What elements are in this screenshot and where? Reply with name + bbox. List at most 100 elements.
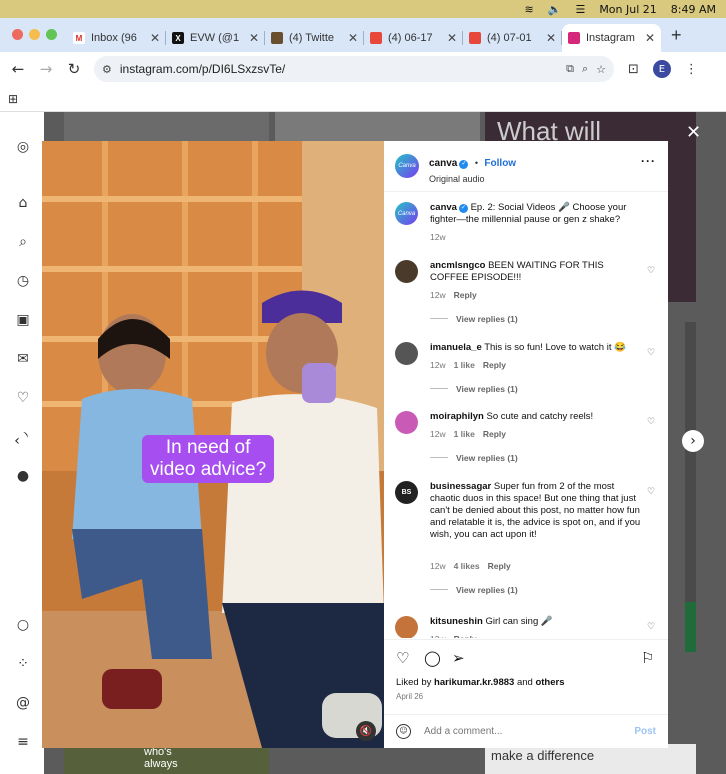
follow-button[interactable]: Follow (484, 158, 516, 169)
apps-grid-icon[interactable]: ⊞ (8, 92, 18, 106)
emoji-icon[interactable]: ☺ (396, 724, 411, 739)
close-modal-icon[interactable]: ✕ (686, 122, 701, 143)
comment-likes[interactable]: 1 like (454, 429, 475, 439)
tab-search-icon[interactable]: ⊡ (628, 62, 639, 77)
save-icon[interactable]: ⚐ (641, 649, 654, 667)
new-tab-button[interactable]: + (661, 25, 692, 52)
comment-icon[interactable]: ◯ (424, 649, 441, 667)
comment-username[interactable]: moiraphilyn (430, 411, 484, 422)
comment-like-icon[interactable]: ♡ (647, 417, 657, 427)
search-icon[interactable]: ⌕ (14, 233, 32, 251)
meta-ai-icon[interactable]: ○ (14, 616, 32, 634)
volume-icon[interactable]: 🔈 (548, 3, 562, 16)
more-menu-icon[interactable]: ≡ (14, 733, 32, 751)
caption-avatar[interactable]: Canva (395, 202, 418, 225)
comment-likes[interactable]: 4 likes (454, 561, 480, 571)
tab-close-icon[interactable]: ✕ (447, 31, 457, 45)
comment-like-icon[interactable]: ♡ (647, 266, 657, 276)
reload-button[interactable]: ↻ (60, 60, 88, 78)
comment-avatar[interactable] (395, 616, 418, 638)
comment-avatar[interactable] (395, 342, 418, 365)
control-center-icon[interactable]: ☰ (575, 3, 585, 16)
likes-others[interactable]: others (535, 677, 564, 688)
browser-tab[interactable]: (4) 07-01 ✕ (463, 24, 562, 52)
bookmark-star-icon[interactable]: ☆ (596, 63, 606, 76)
reply-button[interactable]: Reply (454, 634, 477, 638)
instagram-logo-icon[interactable]: ◎ (14, 138, 32, 156)
mute-icon[interactable]: 🔇 (356, 721, 376, 741)
comment-avatar[interactable] (395, 260, 418, 283)
comment-like-icon[interactable]: ♡ (647, 348, 657, 358)
browser-tab[interactable]: Instagram ✕ (562, 24, 661, 52)
explore-icon[interactable]: ◷ (14, 272, 32, 290)
tab-close-icon[interactable]: ✕ (348, 31, 358, 45)
next-post-button[interactable]: › (682, 430, 704, 452)
post-comment-button[interactable]: Post (634, 726, 656, 737)
minimize-window-button[interactable] (29, 29, 40, 40)
tab-favicon-icon (370, 32, 382, 44)
comment-input[interactable]: Add a comment... (424, 726, 502, 737)
forward-button[interactable]: → (32, 60, 60, 78)
comment-time[interactable]: 12w (430, 634, 446, 638)
view-replies-button[interactable]: View replies (1) (430, 314, 518, 324)
tab-close-icon[interactable]: ✕ (249, 31, 259, 45)
more-options-icon[interactable]: ··· (641, 154, 656, 168)
post-date[interactable]: April 26 (396, 692, 423, 701)
comment-time[interactable]: 12w (430, 360, 446, 370)
comment-like-icon[interactable]: ♡ (647, 487, 657, 497)
comment-time[interactable]: 12w (430, 429, 446, 439)
browser-tab[interactable]: (4) Twitte ✕ (265, 24, 364, 52)
comment-time[interactable]: 12w (430, 290, 446, 300)
browser-tab[interactable]: (4) 06-17 ✕ (364, 24, 463, 52)
reply-button[interactable]: Reply (483, 429, 506, 439)
comment-time[interactable]: 12w (430, 561, 446, 571)
tab-close-icon[interactable]: ✕ (546, 31, 556, 45)
author-avatar[interactable]: Canva (395, 154, 419, 178)
view-replies-button[interactable]: View replies (1) (430, 453, 518, 463)
home-icon[interactable]: ⌂ (14, 194, 32, 212)
reply-button[interactable]: Reply (483, 360, 506, 370)
comment-likes[interactable]: 1 like (454, 360, 475, 370)
browser-tab[interactable]: M Inbox (96 ✕ (67, 24, 166, 52)
post-video[interactable]: In need of video advice? 🔇 (42, 141, 384, 748)
previous-post-button[interactable]: ‹ (6, 430, 28, 452)
author-username[interactable]: canva (429, 158, 457, 169)
comment-username[interactable]: imanuela_e (430, 342, 482, 353)
site-settings-icon[interactable]: ⚙ (102, 63, 112, 76)
zoom-icon[interactable]: ⌕ (582, 62, 588, 76)
caption-username[interactable]: canva (430, 202, 457, 213)
reels-icon[interactable]: ▣ (14, 311, 32, 329)
maximize-window-button[interactable] (46, 29, 57, 40)
comment-text: Girl can sing 🎤 (485, 616, 553, 627)
comment-like-icon[interactable]: ♡ (647, 622, 657, 632)
comment-username[interactable]: ancmlsngco (430, 260, 485, 271)
browser-menu-icon[interactable]: ⋮ (685, 62, 698, 77)
comment-avatar[interactable] (395, 411, 418, 434)
share-icon[interactable]: ➢ (452, 649, 465, 667)
like-icon[interactable]: ♡ (396, 649, 409, 667)
tab-close-icon[interactable]: ✕ (150, 31, 160, 45)
address-bar[interactable]: ⚙ instagram.com/p/DI6LSxzsvTe/ ⧉ ⌕ ☆ (94, 56, 614, 82)
install-app-icon[interactable]: ⧉ (566, 62, 574, 76)
messages-icon[interactable]: ✉ (14, 350, 32, 368)
wifi-icon[interactable]: ≋ (525, 3, 534, 16)
reply-button[interactable]: Reply (454, 290, 477, 300)
back-button[interactable]: ← (4, 60, 32, 78)
profile-icon[interactable]: ● (14, 467, 32, 485)
comment-username[interactable]: businessagar (430, 481, 491, 492)
tab-close-icon[interactable]: ✕ (645, 31, 655, 45)
close-window-button[interactable] (12, 29, 23, 40)
comment-username[interactable]: kitsuneshin (430, 616, 483, 627)
also-from-meta-icon[interactable]: ⁘ (14, 655, 32, 673)
audio-label[interactable]: Original audio (429, 174, 516, 184)
reply-button[interactable]: Reply (488, 561, 511, 571)
threads-icon[interactable]: @ (14, 694, 32, 712)
view-replies-button[interactable]: View replies (1) (430, 585, 518, 595)
view-replies-button[interactable]: View replies (1) (430, 384, 518, 394)
notifications-icon[interactable]: ♡ (14, 389, 32, 407)
likes-user[interactable]: harikumar.kr.9883 (434, 677, 514, 688)
browser-tab[interactable]: X EVW (@1 ✕ (166, 24, 265, 52)
comments-section[interactable]: Canva canva ✓ Ep. 2: Social Videos 🎤 Choo… (384, 192, 668, 638)
profile-avatar[interactable]: E (652, 60, 671, 78)
comment-avatar[interactable]: BS (395, 481, 418, 504)
